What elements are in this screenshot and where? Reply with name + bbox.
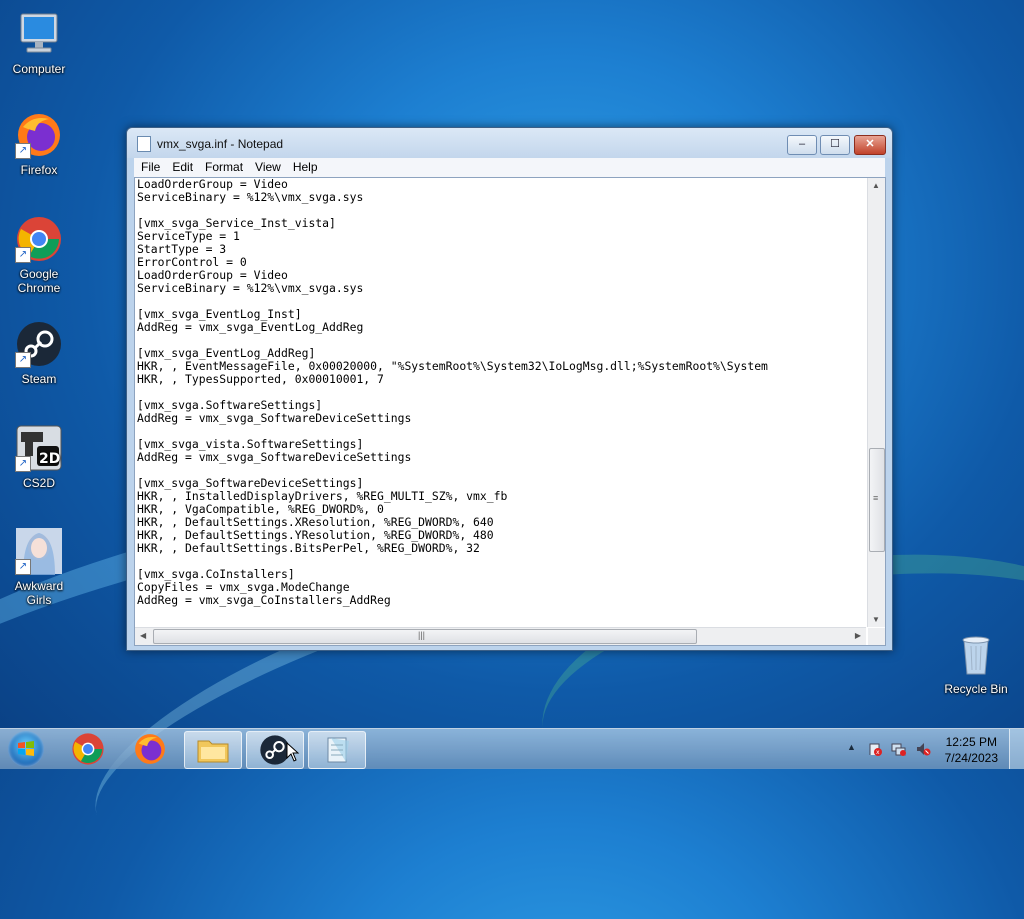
shortcut-arrow-icon: ↗ (15, 247, 31, 263)
desktop-icon-cs2d[interactable]: 2D ↗ CS2D (3, 424, 75, 490)
clock[interactable]: 12:25 PM 7/24/2023 (945, 734, 998, 766)
desktop-icon-firefox[interactable]: ↗ Firefox (3, 111, 75, 177)
firefox-icon: ↗ (15, 111, 63, 159)
show-desktop-button[interactable] (1009, 729, 1024, 769)
scroll-right-icon[interactable]: ▶ (855, 631, 861, 640)
desktop-icon-label: Recycle Bin (944, 682, 1008, 696)
scroll-left-icon[interactable]: ◀ (140, 631, 146, 640)
mouse-cursor-icon (286, 742, 300, 762)
taskbar-file-explorer[interactable] (184, 731, 242, 769)
action-center-icon[interactable]: x (867, 741, 883, 757)
taskbar: ▲ x 12:25 PM 7/24/2023 (0, 728, 1024, 769)
maximize-button[interactable]: ☐ (820, 135, 850, 155)
recycle-bin-icon (952, 630, 1000, 678)
chrome-icon: ↗ (15, 215, 63, 263)
clock-date: 7/24/2023 (944, 751, 998, 765)
shortcut-arrow-icon: ↗ (15, 143, 31, 159)
menu-format[interactable]: Format (198, 158, 248, 174)
notepad-icon (137, 136, 151, 152)
grip-icon: ≡ (873, 493, 879, 503)
notepad-icon (327, 737, 349, 763)
awkward-girls-icon: ↗ (15, 527, 63, 575)
menu-file[interactable]: File (134, 158, 165, 174)
taskbar-chrome[interactable] (60, 731, 116, 767)
chrome-icon (72, 733, 104, 765)
vertical-scroll-thumb[interactable]: ≡ (869, 448, 885, 552)
start-button[interactable] (8, 731, 44, 767)
computer-icon (15, 10, 63, 58)
desktop-icon-label: Firefox (20, 163, 58, 177)
scroll-down-icon[interactable]: ▼ (872, 615, 880, 624)
svg-text:2D: 2D (39, 451, 60, 467)
title-bar[interactable]: vmx_svga.inf - Notepad ‒ ☐ ✕ (127, 128, 892, 158)
scroll-up-icon[interactable]: ▲ (872, 181, 880, 190)
volume-muted-icon[interactable] (915, 741, 931, 757)
taskbar-firefox[interactable] (122, 731, 178, 767)
menu-edit[interactable]: Edit (165, 158, 198, 174)
windows-logo-icon (18, 741, 34, 756)
menu-bar: File Edit Format View Help (134, 158, 885, 177)
desktop-icon-label: Computer (12, 62, 66, 76)
cs2d-icon: 2D ↗ (15, 424, 63, 472)
desktop-icon-label: CS2D (22, 476, 55, 490)
folder-icon (197, 740, 229, 763)
horizontal-scrollbar[interactable]: ◀ ||| ▶ (135, 627, 866, 645)
clock-time: 12:25 PM (945, 735, 997, 749)
desktop-icon-steam[interactable]: ↗ Steam (3, 320, 75, 386)
notepad-window[interactable]: vmx_svga.inf - Notepad ‒ ☐ ✕ File Edit For… (126, 127, 893, 651)
network-icon[interactable] (891, 741, 907, 757)
desktop-icon-label: Steam (21, 372, 57, 386)
svg-text:x: x (876, 749, 880, 756)
desktop-icon-google-chrome[interactable]: ↗ Google Chrome (3, 215, 75, 295)
desktop-icon-label: Google Chrome (17, 267, 61, 295)
desktop-icon-recycle-bin[interactable]: Recycle Bin (939, 630, 1013, 696)
firefox-icon (135, 734, 165, 764)
steam-icon: ↗ (15, 320, 63, 368)
close-button[interactable]: ✕ (854, 135, 886, 155)
grip-icon: ||| (418, 630, 426, 640)
shortcut-arrow-icon: ↗ (15, 559, 31, 575)
system-tray: ▲ x 12:25 PM 7/24/2023 (840, 729, 1024, 769)
size-grip (868, 628, 885, 645)
desktop-icon-label: Awkward Girls (14, 579, 64, 607)
menu-help[interactable]: Help (286, 158, 323, 174)
horizontal-scroll-thumb[interactable]: ||| (153, 629, 697, 644)
text-area[interactable]: LoadOrderGroup = Video ServiceBinary = %… (137, 178, 866, 625)
menu-view[interactable]: View (248, 158, 286, 174)
vertical-scrollbar[interactable]: ▲ ≡ ▼ (867, 178, 885, 627)
window-title: vmx_svga.inf - Notepad (157, 137, 284, 151)
taskbar-notepad[interactable] (308, 731, 366, 769)
minimize-button[interactable]: ‒ (787, 135, 817, 155)
file-content[interactable]: LoadOrderGroup = Video ServiceBinary = %… (137, 178, 866, 607)
shortcut-arrow-icon: ↗ (15, 352, 31, 368)
show-hidden-icons-icon[interactable]: ▲ (847, 742, 856, 752)
desktop-icon-awkward-girls[interactable]: ↗ Awkward Girls (3, 527, 75, 607)
text-editor[interactable]: LoadOrderGroup = Video ServiceBinary = %… (134, 177, 886, 646)
shortcut-arrow-icon: ↗ (15, 456, 31, 472)
desktop-icon-computer[interactable]: Computer (3, 10, 75, 76)
